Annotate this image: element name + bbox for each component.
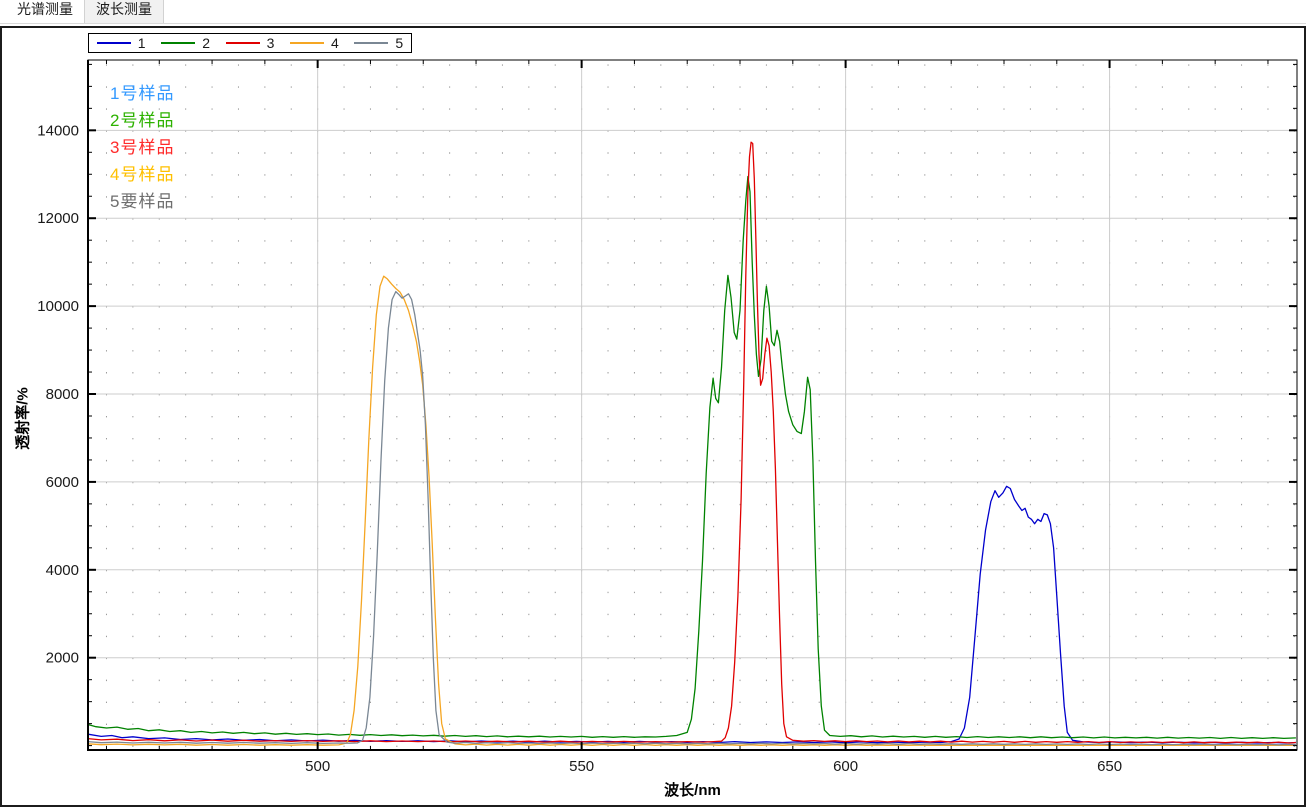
series-line-2	[87, 175, 1296, 740]
axis-frame	[87, 59, 1298, 751]
y-tick-label: 14000	[37, 122, 79, 139]
app-window: 光谱测量 波长测量 500 550 600 650 2000 4000 6000 8000 10…	[0, 0, 1306, 807]
series-line-1	[87, 485, 1296, 744]
x-tick-label: 500	[305, 758, 330, 775]
y-axis-title: 透射率/%	[14, 387, 32, 450]
sample-label-4: 4号样品	[110, 165, 175, 184]
x-tick-label: 600	[833, 758, 858, 775]
x-axis-title: 波长/nm	[664, 782, 721, 799]
legend-line-swatch	[354, 42, 389, 44]
sample-label-5: 5要样品	[110, 192, 175, 211]
y-tick-label: 2000	[46, 650, 79, 667]
sample-label-3: 3号样品	[110, 138, 175, 157]
x-tick-label: 550	[569, 758, 594, 775]
legend-item-label: 5	[395, 35, 404, 51]
axis-ticks	[88, 60, 1297, 750]
legend-item-label: 4	[331, 35, 339, 51]
legend-line-swatch	[225, 42, 260, 44]
spectrum-chart: 500 550 600 650 2000 4000 6000 8000 10000 12000 14…	[37, 59, 1298, 775]
grid-dots	[105, 64, 1295, 750]
legend-line-swatch	[290, 42, 325, 44]
x-tick-label: 650	[1097, 758, 1122, 775]
legend-item-1: 1	[89, 34, 153, 52]
tab-wavelength-measurement[interactable]: 波长测量	[84, 0, 164, 23]
grid-major	[88, 60, 1297, 750]
chart-panel: 500 550 600 650 2000 4000 6000 8000 10000 12000 14…	[0, 26, 1306, 807]
tab-spectrum-measurement[interactable]: 光谱测量	[6, 0, 84, 23]
series-line-4	[87, 275, 1296, 747]
legend-line-swatch	[96, 42, 131, 44]
sample-label-1: 1号样品	[110, 84, 175, 103]
y-tick-label: 10000	[37, 298, 79, 315]
y-tick-label: 12000	[37, 210, 79, 227]
legend-item-label: 2	[202, 35, 210, 51]
sample-label-2: 2号样品	[110, 111, 175, 130]
series-line-5	[87, 290, 1296, 746]
legend-item-label: 3	[266, 35, 275, 51]
tab-bar: 光谱测量 波长测量	[0, 0, 1306, 24]
legend-line-swatch	[161, 42, 196, 44]
y-tick-label: 8000	[46, 386, 79, 403]
series-line-3	[87, 141, 1296, 744]
legend-item-4: 4	[282, 34, 346, 52]
legend-item-2: 2	[153, 34, 217, 52]
y-tick-label: 6000	[46, 474, 79, 491]
legend-item-5: 5	[347, 34, 411, 52]
tick-labels: 500 550 600 650 2000 4000 6000 8000 10000 12000 14…	[37, 122, 1122, 775]
legend-item-label: 1	[137, 35, 146, 51]
y-tick-label: 4000	[46, 562, 79, 579]
series-lines	[87, 141, 1296, 747]
chart-legend: 1 2 3 4 5	[88, 33, 412, 53]
legend-item-3: 3	[218, 34, 282, 52]
